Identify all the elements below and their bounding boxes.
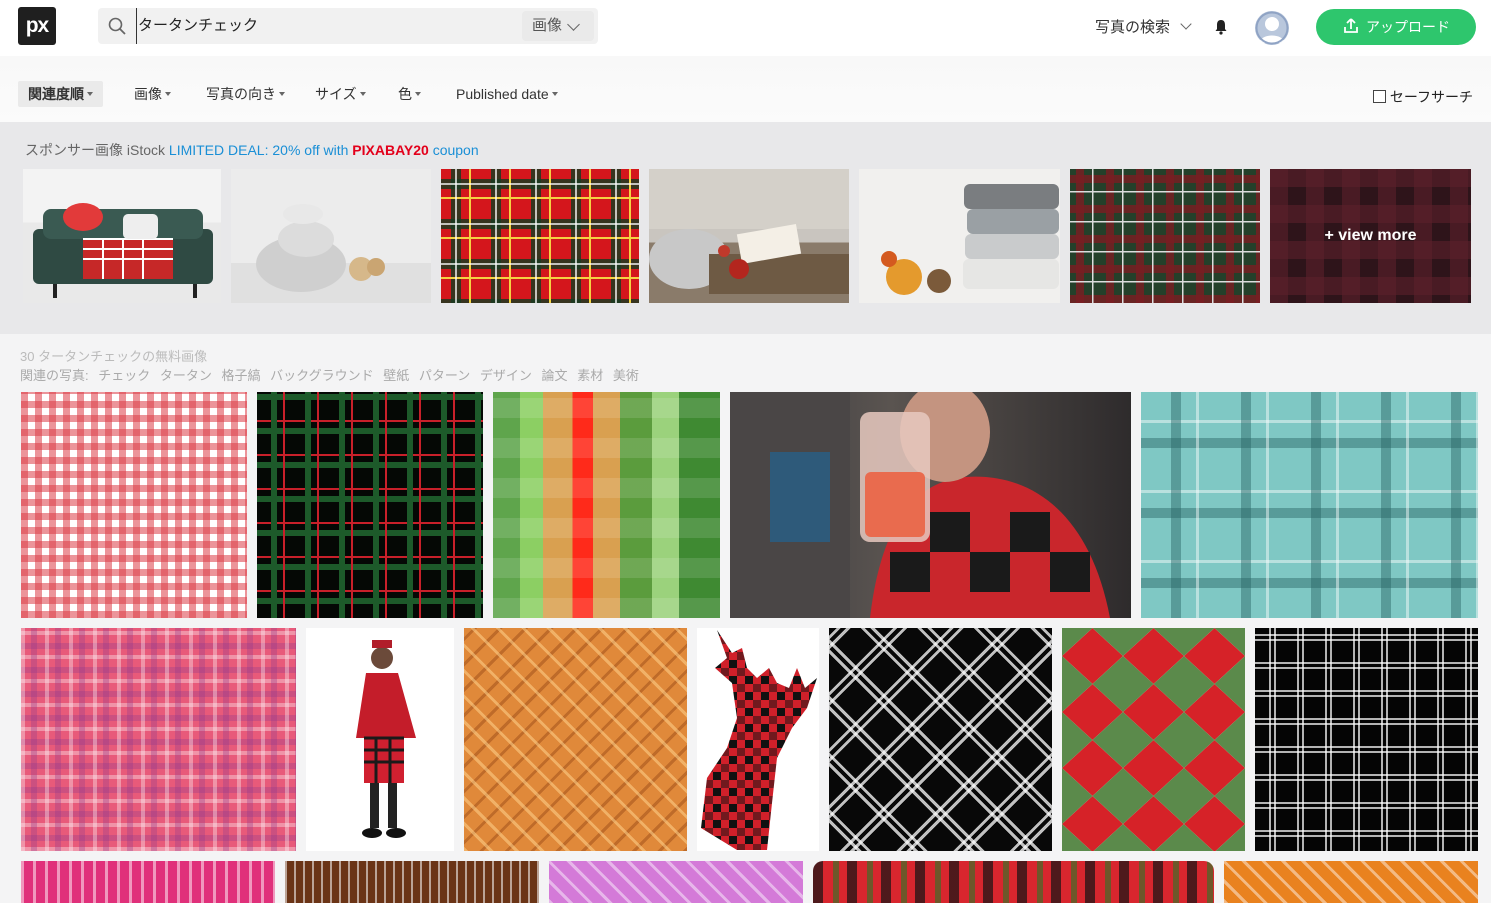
- pixabay-logo[interactable]: px: [18, 7, 56, 45]
- date-filter[interactable]: Published date: [456, 81, 558, 107]
- chevron-down-icon: [1180, 18, 1192, 30]
- bell-icon[interactable]: [1214, 19, 1228, 35]
- explore-label: 写真の検索: [1095, 19, 1171, 36]
- result-image[interactable]: [306, 628, 454, 851]
- sort-filter[interactable]: 関連度順: [18, 81, 103, 107]
- safe-search-toggle[interactable]: セーフサーチ: [1372, 87, 1473, 107]
- deal-text: LIMITED DEAL: 20% off with: [168, 142, 349, 158]
- related-tag[interactable]: 美術: [613, 368, 639, 383]
- view-more-label: + view more: [1324, 227, 1417, 244]
- result-image[interactable]: [21, 628, 296, 851]
- caret-down-icon: [359, 92, 366, 96]
- view-more-tile[interactable]: + view more: [1270, 169, 1471, 303]
- related-tag[interactable]: 論文: [542, 368, 568, 383]
- search-input[interactable]: タータンチェック: [136, 8, 518, 44]
- type-label: 画像: [134, 86, 162, 102]
- sponsored-image[interactable]: [231, 169, 431, 303]
- deal-link[interactable]: LIMITED DEAL: 20% off with PIXABAY20 cou…: [169, 142, 479, 158]
- result-image[interactable]: [464, 628, 687, 851]
- caret-down-icon: [415, 92, 421, 96]
- explore-menu[interactable]: 写真の検索: [1095, 16, 1192, 37]
- sponsor-label: スポンサー画像 iStock: [25, 142, 166, 158]
- upload-label: アップロード: [1366, 19, 1450, 35]
- sponsored-image[interactable]: [1070, 169, 1260, 303]
- sponsored-image[interactable]: [441, 169, 639, 303]
- related-tag[interactable]: 素材: [577, 368, 603, 383]
- caret-down-icon: [87, 92, 93, 96]
- result-image[interactable]: [1224, 861, 1478, 903]
- top-header: px タータンチェック 画像 写真の検索 アップロード: [0, 0, 1491, 56]
- orientation-filter[interactable]: 写真の向き: [206, 81, 285, 107]
- result-image[interactable]: [21, 392, 247, 618]
- color-label: 色: [398, 86, 412, 102]
- search-icon[interactable]: [108, 17, 126, 35]
- sponsored-image[interactable]: [23, 169, 221, 303]
- results-count: 30 タータンチェックの無料画像: [20, 349, 208, 364]
- result-image[interactable]: [1062, 628, 1245, 851]
- chevron-down-icon: [567, 18, 580, 31]
- upload-button[interactable]: アップロード: [1316, 9, 1476, 45]
- date-label: Published date: [456, 86, 549, 102]
- related-tag[interactable]: 格子縞: [222, 368, 261, 383]
- safe-search-checkbox[interactable]: [1372, 90, 1386, 103]
- avatar[interactable]: [1255, 11, 1289, 45]
- color-filter[interactable]: 色: [398, 81, 421, 107]
- upload-icon: [1344, 18, 1358, 33]
- search-type-label: 画像: [532, 17, 563, 34]
- type-filter[interactable]: 画像: [134, 81, 171, 107]
- result-image[interactable]: [1255, 628, 1478, 851]
- result-image[interactable]: [21, 861, 275, 903]
- filter-bar: 関連度順 画像 写真の向き サイズ 色 Published date セーフサー…: [0, 56, 1491, 123]
- caret-down-icon: [279, 92, 285, 96]
- search-bar[interactable]: タータンチェック 画像: [98, 8, 598, 44]
- sponsored-section: スポンサー画像 iStock LIMITED DEAL: 20% off wit…: [0, 122, 1491, 334]
- safe-search-label: セーフサーチ: [1389, 89, 1473, 105]
- result-image[interactable]: [697, 628, 819, 851]
- result-image[interactable]: [257, 392, 483, 618]
- coupon-text: coupon: [432, 142, 479, 158]
- sponsor-line: スポンサー画像 iStock LIMITED DEAL: 20% off wit…: [25, 140, 479, 160]
- search-type-dropdown[interactable]: 画像: [522, 11, 594, 41]
- sort-label: 関連度順: [28, 86, 84, 102]
- sponsored-image[interactable]: [859, 169, 1060, 303]
- related-tag[interactable]: パターン: [419, 368, 470, 383]
- result-image[interactable]: [730, 392, 1131, 618]
- related-tags: 関連の写真: チェック タータン 格子縞 バックグラウンド 壁紙 パターン デザ…: [20, 365, 645, 384]
- related-tag[interactable]: バックグラウンド: [270, 368, 373, 383]
- result-image[interactable]: [829, 628, 1052, 851]
- related-tag[interactable]: チェック: [98, 368, 150, 383]
- result-image[interactable]: [549, 861, 803, 903]
- result-image[interactable]: [285, 861, 539, 903]
- related-tag[interactable]: タータン: [160, 368, 212, 383]
- result-image[interactable]: [1141, 392, 1478, 618]
- size-filter[interactable]: サイズ: [315, 81, 366, 107]
- related-tag[interactable]: デザイン: [480, 368, 532, 383]
- coupon-code: PIXABAY20: [352, 142, 429, 158]
- related-label: 関連の写真:: [20, 368, 89, 383]
- result-image[interactable]: [493, 392, 720, 618]
- orientation-label: 写真の向き: [206, 86, 276, 102]
- caret-down-icon: [165, 92, 171, 96]
- result-image[interactable]: [813, 861, 1214, 903]
- related-tag[interactable]: 壁紙: [383, 368, 409, 383]
- caret-down-icon: [551, 92, 558, 96]
- size-label: サイズ: [315, 86, 357, 102]
- sponsored-image[interactable]: [649, 169, 849, 303]
